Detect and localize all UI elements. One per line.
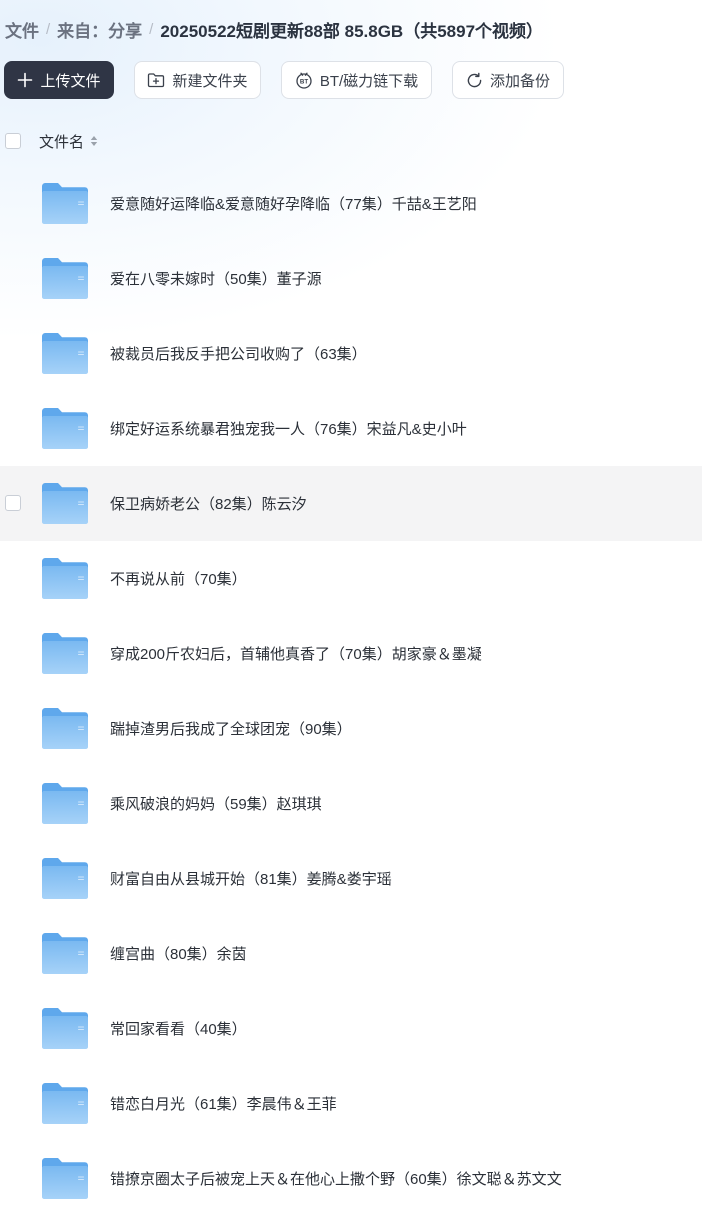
file-name[interactable]: 踹掉渣男后我成了全球团宠（90集） [110,718,352,739]
file-name[interactable]: 被裁员后我反手把公司收购了（63集） [110,343,367,364]
row-checkbox[interactable] [5,495,21,511]
file-name[interactable]: 错恋白月光（61集）李晨伟＆王菲 [110,1093,337,1114]
upload-button[interactable]: 上传文件 [4,61,114,99]
file-name[interactable]: 财富自由从县城开始（81集）姜腾&娄宇瑶 [110,868,392,889]
table-row[interactable]: 爱意随好运降临&爱意随好孕降临（77集）千喆&王艺阳 [0,166,702,241]
table-row[interactable]: 常回家看看（40集） [0,991,702,1066]
folder-icon [42,858,88,899]
folder-icon [42,483,88,524]
breadcrumb-current-folder: 20250522短剧更新88部 85.8GB（共5897个视频） [160,21,544,41]
folder-icon [42,1158,88,1199]
add-backup-button-label: 添加备份 [489,72,550,90]
plus-icon [18,72,33,88]
select-all-checkbox[interactable] [5,133,21,149]
new-folder-icon [148,73,165,88]
breadcrumb-separator: / [149,20,154,38]
breadcrumb-item-files[interactable]: 文件 [5,17,39,42]
file-name[interactable]: 爱意随好运降临&爱意随好孕降临（77集）千喆&王艺阳 [110,193,477,214]
bt-icon: BT [296,72,312,89]
breadcrumb-item-shared[interactable]: 来自：分享 [57,17,142,42]
file-name[interactable]: 保卫病娇老公（82集）陈云汐 [110,493,307,514]
file-name[interactable]: 绑定好运系统暴君独宠我一人（76集）宋益凡&史小叶 [110,418,467,439]
folder-icon [42,1008,88,1049]
file-name[interactable]: 穿成200斤农妇后，首辅他真香了（70集）胡家豪＆墨凝 [110,643,482,664]
table-row[interactable]: 保卫病娇老公（82集）陈云汐 [0,466,702,541]
folder-icon [42,783,88,824]
table-row[interactable]: 爱在八零未嫁时（50集）董子源 [0,241,702,316]
sort-icon[interactable] [90,135,98,147]
table-row[interactable]: 绑定好运系统暴君独宠我一人（76集）宋益凡&史小叶 [0,391,702,466]
svg-text:BT: BT [300,79,308,86]
table-row[interactable]: 财富自由从县城开始（81集）姜腾&娄宇瑶 [0,841,702,916]
bt-magnet-download-button[interactable]: BT BT/磁力链下载 [281,61,432,99]
file-name[interactable]: 爱在八零未嫁时（50集）董子源 [110,268,322,289]
new-folder-button-label: 新建文件夹 [172,72,248,90]
table-header: 文件名 [0,124,702,158]
column-header-name[interactable]: 文件名 [39,131,98,152]
file-list: 爱意随好运降临&爱意随好孕降临（77集）千喆&王艺阳 爱在八零未嫁时（50集）董… [0,166,702,1216]
table-row[interactable]: 错撩京圈太子后被宠上天＆在他心上撒个野（60集）徐文聪＆苏文文 [0,1141,702,1216]
table-row[interactable]: 踹掉渣男后我成了全球团宠（90集） [0,691,702,766]
folder-icon [42,933,88,974]
new-folder-button[interactable]: 新建文件夹 [134,61,261,99]
add-backup-button[interactable]: 添加备份 [452,61,564,99]
file-name[interactable]: 错撩京圈太子后被宠上天＆在他心上撒个野（60集）徐文聪＆苏文文 [110,1168,562,1189]
folder-icon [42,183,88,224]
folder-icon [42,408,88,449]
breadcrumb-separator: / [46,20,51,38]
breadcrumb: 文件 / 来自：分享 / 20250522短剧更新88部 85.8GB（共589… [5,14,543,44]
refresh-backup-icon [467,72,482,87]
column-header-name-label: 文件名 [39,133,85,151]
folder-icon [42,333,88,374]
folder-icon [42,558,88,599]
table-row[interactable]: 错恋白月光（61集）李晨伟＆王菲 [0,1066,702,1141]
table-row[interactable]: 乘风破浪的妈妈（59集）赵琪琪 [0,766,702,841]
folder-icon [42,708,88,749]
table-row[interactable]: 缠宫曲（80集）余茵 [0,916,702,991]
table-row[interactable]: 穿成200斤农妇后，首辅他真香了（70集）胡家豪＆墨凝 [0,616,702,691]
bt-magnet-download-button-label: BT/磁力链下载 [319,72,419,90]
file-name[interactable]: 乘风破浪的妈妈（59集）赵琪琪 [110,793,322,814]
file-name[interactable]: 缠宫曲（80集）余茵 [110,943,247,964]
table-row[interactable]: 不再说从前（70集） [0,541,702,616]
upload-button-label: 上传文件 [40,72,101,90]
table-row[interactable]: 被裁员后我反手把公司收购了（63集） [0,316,702,391]
file-name[interactable]: 常回家看看（40集） [110,1018,247,1039]
folder-icon [42,633,88,674]
file-name[interactable]: 不再说从前（70集） [110,568,247,589]
folder-icon [42,258,88,299]
folder-icon [42,1083,88,1124]
